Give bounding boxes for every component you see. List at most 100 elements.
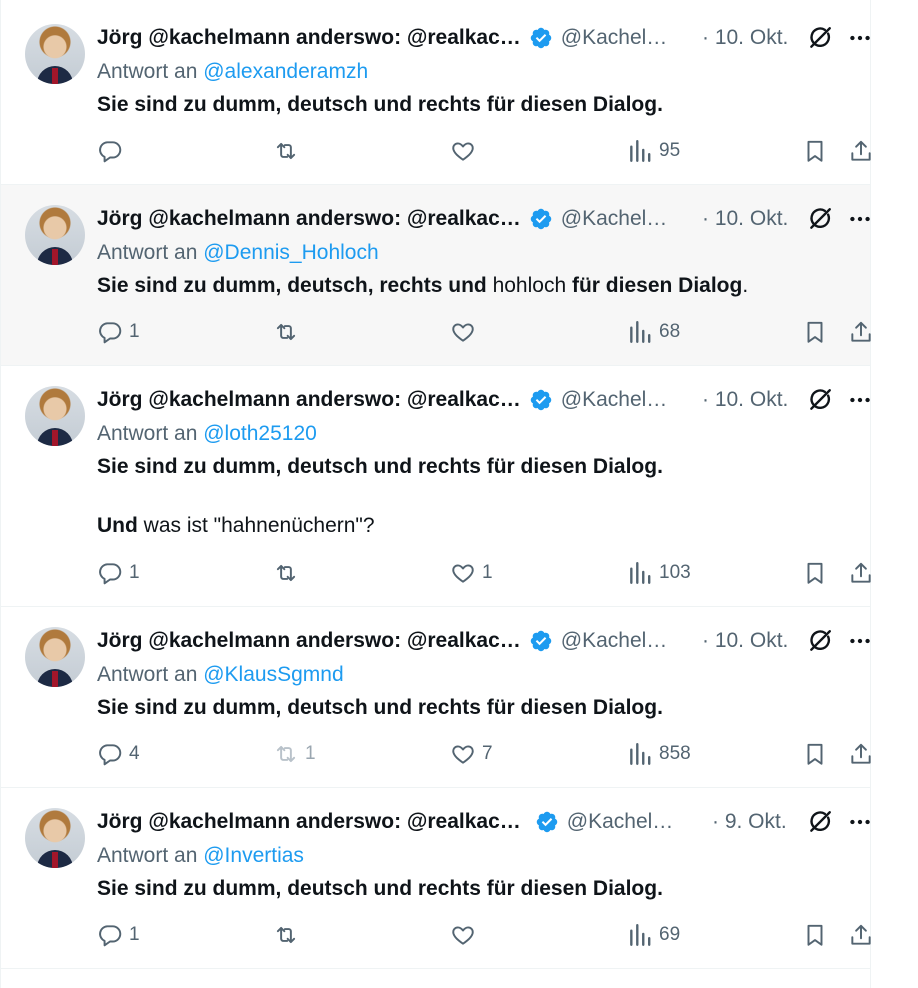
tweet-1[interactable]: Jörg @kachelmann anderswo: @realkac… @Ka…	[1, 0, 870, 185]
bookmark-button[interactable]	[802, 922, 828, 948]
grok-icon[interactable]	[807, 25, 833, 51]
retweet-icon	[273, 319, 299, 345]
like-icon	[450, 922, 476, 948]
verified-badge-icon[interactable]	[529, 629, 553, 653]
bookmark-icon	[802, 560, 828, 586]
reply-mention[interactable]: @alexanderamzh	[203, 60, 368, 83]
tweet-3[interactable]: Jörg @kachelmann anderswo: @realkac… @Ka…	[1, 366, 870, 607]
tweet-date[interactable]: · 10. Okt.	[702, 388, 788, 412]
tweet-date[interactable]: · 9. Okt.	[712, 810, 787, 834]
share-button[interactable]	[848, 560, 874, 586]
reply-icon	[97, 741, 123, 767]
retweet-icon	[273, 138, 299, 164]
tweet-date[interactable]: · 10. Okt.	[702, 26, 788, 50]
reply-context: Antwort an @KlausSgmnd	[97, 663, 344, 687]
share-icon	[848, 319, 874, 345]
bookmark-button[interactable]	[802, 560, 828, 586]
more-options-icon[interactable]	[847, 628, 873, 654]
reply-button[interactable]: 1	[97, 560, 140, 586]
retweet-icon	[273, 560, 299, 586]
reply-prefix: Antwort an	[97, 422, 198, 445]
bookmark-button[interactable]	[802, 741, 828, 767]
reply-context: Antwort an @alexanderamzh	[97, 60, 368, 84]
grok-icon[interactable]	[807, 387, 833, 413]
like-button[interactable]	[450, 319, 482, 345]
grok-icon[interactable]	[807, 206, 833, 232]
more-options-icon[interactable]	[847, 25, 873, 51]
author-handle[interactable]: @Kachel…	[561, 388, 668, 412]
author-handle[interactable]: @Kachel…	[561, 629, 668, 653]
avatar[interactable]	[25, 24, 85, 84]
tweet-text: Sie sind zu dumm, deutsch und rechts für…	[97, 93, 663, 116]
grok-icon[interactable]	[807, 628, 833, 654]
author-handle[interactable]: @Kachel…	[561, 207, 668, 231]
views-icon	[627, 560, 653, 586]
tweet-header: Jörg @kachelmann anderswo: @realkac… @Ka…	[97, 204, 852, 234]
retweet-icon	[273, 741, 299, 767]
reply-button[interactable]: 1	[97, 922, 140, 948]
tweet-2[interactable]: Jörg @kachelmann anderswo: @realkac… @Ka…	[1, 185, 870, 366]
verified-badge-icon[interactable]	[529, 26, 553, 50]
verified-badge-icon[interactable]	[535, 810, 559, 834]
reply-button[interactable]	[97, 138, 129, 164]
views-button[interactable]: 95	[627, 138, 680, 164]
tweet-date[interactable]: · 10. Okt.	[702, 629, 788, 653]
views-button[interactable]: 103	[627, 560, 691, 586]
author-handle[interactable]: @Kachel…	[561, 26, 668, 50]
author-name[interactable]: Jörg @kachelmann anderswo: @realkac…	[97, 26, 521, 50]
avatar[interactable]	[25, 205, 85, 265]
bookmark-icon	[802, 922, 828, 948]
views-button[interactable]: 69	[627, 922, 680, 948]
retweet-button[interactable]	[273, 138, 305, 164]
reply-prefix: Antwort an	[97, 241, 198, 264]
avatar[interactable]	[25, 808, 85, 868]
retweet-button[interactable]	[273, 560, 305, 586]
bookmark-button[interactable]	[802, 319, 828, 345]
reply-mention[interactable]: @Dennis_Hohloch	[203, 241, 378, 264]
views-button[interactable]: 68	[627, 319, 680, 345]
avatar[interactable]	[25, 386, 85, 446]
share-button[interactable]	[848, 319, 874, 345]
share-button[interactable]	[848, 922, 874, 948]
retweet-button[interactable]	[273, 319, 305, 345]
reply-button[interactable]: 4	[97, 741, 140, 767]
tweet-actions: 1 1 103	[97, 560, 887, 590]
views-button[interactable]: 858	[627, 741, 691, 767]
like-button[interactable]: 7	[450, 741, 493, 767]
grok-icon[interactable]	[807, 809, 833, 835]
retweet-button[interactable]	[273, 922, 305, 948]
share-button[interactable]	[848, 138, 874, 164]
more-options-icon[interactable]	[847, 206, 873, 232]
reply-prefix: Antwort an	[97, 663, 198, 686]
like-button[interactable]: 1	[450, 560, 493, 586]
author-name[interactable]: Jörg @kachelmann anderswo: @realkac…	[97, 388, 521, 412]
reply-mention[interactable]: @KlausSgmnd	[203, 663, 343, 686]
like-button[interactable]	[450, 138, 482, 164]
reply-mention[interactable]: @loth25120	[203, 422, 317, 445]
share-button[interactable]	[848, 741, 874, 767]
author-name[interactable]: Jörg @kachelmann anderswo: @realkac…	[97, 207, 521, 231]
more-options-icon[interactable]	[847, 387, 873, 413]
bookmark-button[interactable]	[802, 138, 828, 164]
tweet-header: Jörg @kachelmann anderswo: @realkac… @Ka…	[97, 807, 852, 837]
reply-mention[interactable]: @Invertias	[203, 844, 304, 867]
reply-icon	[97, 319, 123, 345]
more-options-icon[interactable]	[847, 809, 873, 835]
tweet-4[interactable]: Jörg @kachelmann anderswo: @realkac… @Ka…	[1, 607, 870, 788]
retweet-button[interactable]: 1	[273, 741, 316, 767]
like-icon	[450, 741, 476, 767]
tweet-header: Jörg @kachelmann anderswo: @realkac… @Ka…	[97, 385, 852, 415]
tweet-date[interactable]: · 10. Okt.	[702, 207, 788, 231]
like-button[interactable]	[450, 922, 482, 948]
tweet-actions: 1 68	[97, 319, 887, 349]
author-name[interactable]: Jörg @kachelmann anderswo: @realkac…	[97, 810, 521, 834]
tweet-5[interactable]: Jörg @kachelmann anderswo: @realkac… @Ka…	[1, 788, 870, 969]
author-handle[interactable]: @Kachel…	[567, 810, 674, 834]
like-icon	[450, 560, 476, 586]
verified-badge-icon[interactable]	[529, 207, 553, 231]
avatar[interactable]	[25, 627, 85, 687]
reply-prefix: Antwort an	[97, 60, 198, 83]
verified-badge-icon[interactable]	[529, 388, 553, 412]
reply-button[interactable]: 1	[97, 319, 140, 345]
author-name[interactable]: Jörg @kachelmann anderswo: @realkac…	[97, 629, 521, 653]
